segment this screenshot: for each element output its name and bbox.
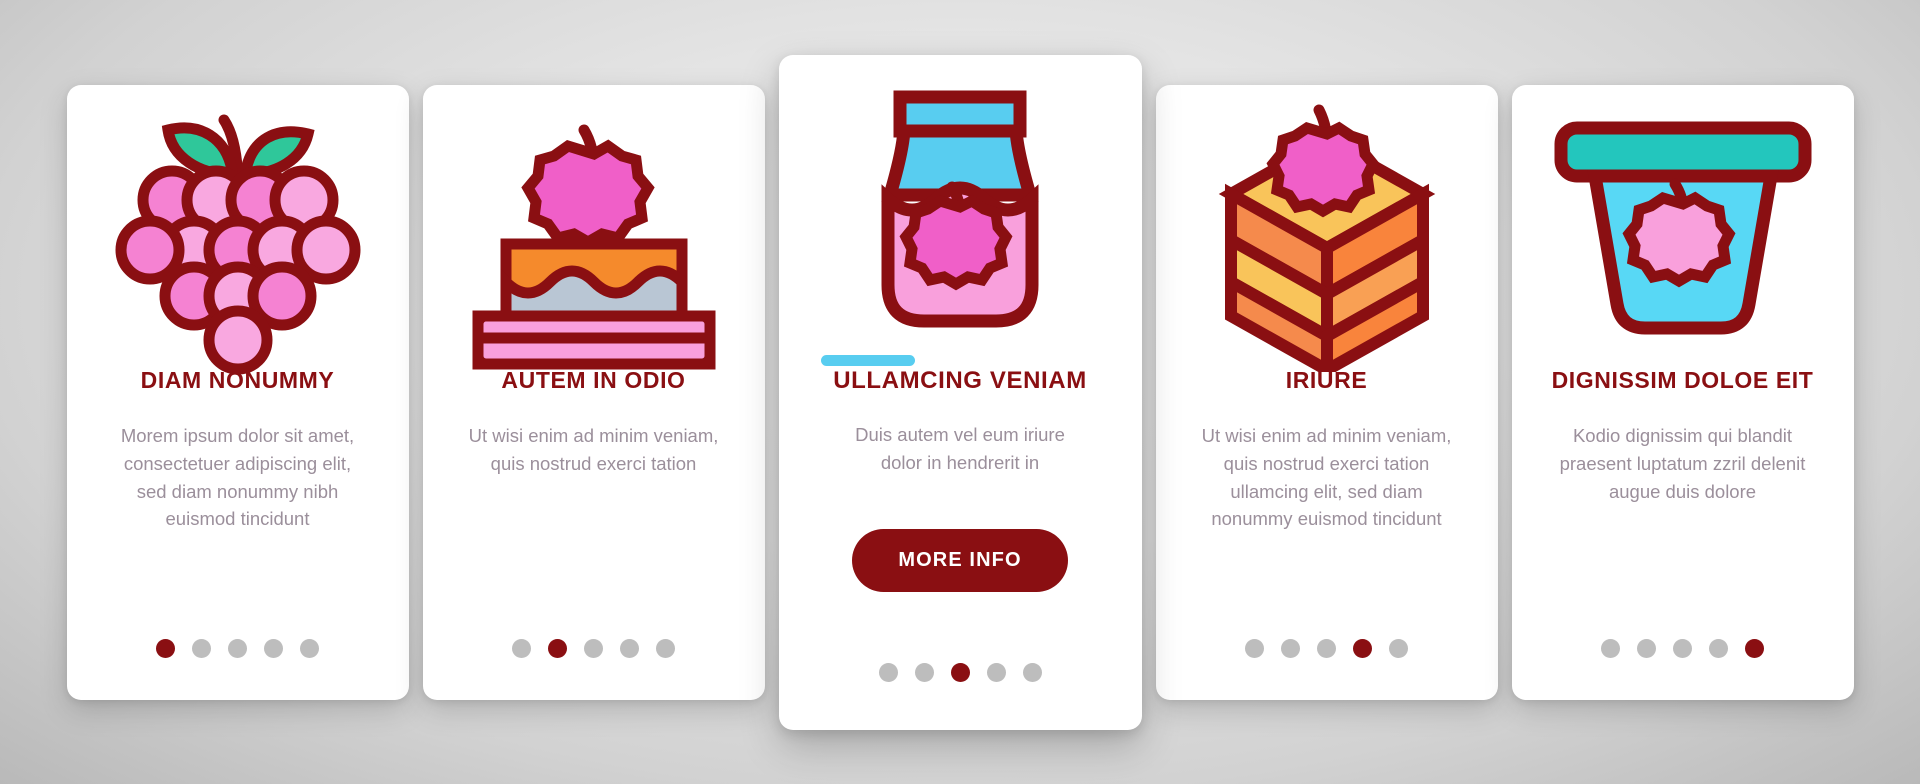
pagination-dot-1[interactable] [878,662,898,682]
card-body-text: Morem ipsum dolor sit amet, consectetuer… [120,425,355,530]
more-info-button[interactable]: MORE INFO [852,529,1068,593]
pagination-dots [423,638,765,658]
pagination-dot-3[interactable] [228,638,247,658]
onboarding-card-carousel: DIAM NONUMMY Morem ipsum dolor sit amet, … [0,0,1920,784]
title-accent-bar [820,354,915,366]
card-title-zone: ULLAMCING VENIAM [799,354,1122,396]
raspberry-yogurt-cup-icon [1532,107,1834,357]
raspberry-cake-slice-icon [1176,104,1478,372]
pagination-dots [779,662,1142,682]
pagination-dot-3[interactable] [584,638,603,658]
card-title: DIGNISSIM DOLOE EIT [1551,366,1814,393]
onboarding-card-2[interactable]: AUTEM IN ODIO Ut wisi enim ad minim venia… [422,84,765,700]
pagination-dot-5[interactable] [300,638,319,658]
pagination-dot-1-active[interactable] [156,638,175,658]
pagination-dot-2[interactable] [192,638,211,658]
card-title-zone: AUTEM IN ODIO [443,367,745,395]
pagination-dot-1[interactable] [1245,638,1264,658]
card-title: DIAM NONUMMY [140,366,335,393]
pagination-dot-5[interactable] [1389,638,1408,658]
card-body-text: Duis autem vel eum iriure dolor in hendr… [855,424,1065,474]
pagination-dot-4[interactable] [1709,638,1728,658]
pagination-dots [1512,638,1854,658]
card-body-text: Ut wisi enim ad minim veniam, quis nostr… [468,425,719,474]
raspberry-cake-icon [443,107,745,369]
pagination-dot-2-active[interactable] [548,638,567,658]
pagination-dot-3[interactable] [1673,638,1692,658]
pagination-dot-5[interactable] [1022,662,1042,682]
pagination-dot-5[interactable] [656,638,675,658]
card-title: IRIURE [1285,366,1368,393]
pagination-dot-4[interactable] [986,662,1006,682]
card-title: ULLAMCING VENIAM [833,366,1087,394]
card-title-zone: DIAM NONUMMY [87,367,389,395]
card-title-zone: DIGNISSIM DOLOE EIT [1532,367,1834,395]
card-body-text: Kodio dignissim qui blandit praesent lup… [1559,425,1806,502]
pagination-dot-3-active[interactable] [950,662,970,682]
pagination-dot-1[interactable] [512,638,531,658]
pagination-dot-4[interactable] [264,638,283,658]
pagination-dots [1156,638,1498,658]
pagination-dot-2[interactable] [914,662,934,682]
pagination-dot-2[interactable] [1637,638,1656,658]
pagination-dot-4[interactable] [620,638,639,658]
pagination-dot-5-active[interactable] [1745,638,1764,658]
pagination-dot-2[interactable] [1281,638,1300,658]
card-title-zone: IRIURE [1176,367,1478,395]
onboarding-card-4[interactable]: IRIURE Ut wisi enim ad minim veniam, quis… [1155,84,1498,700]
pagination-dot-4-active[interactable] [1353,638,1372,658]
card-body-text: Ut wisi enim ad minim veniam, quis nostr… [1201,425,1452,530]
onboarding-card-3[interactable]: ULLAMCING VENIAM Duis autem vel eum iriur… [778,54,1142,730]
pagination-dots [67,638,409,658]
onboarding-card-5[interactable]: DIGNISSIM DOLOE EIT Kodio dignissim qui b… [1511,84,1854,700]
raspberry-bunch-icon [87,107,389,374]
card-title: AUTEM IN ODIO [501,366,686,393]
raspberry-jam-jar-icon [799,77,1122,357]
onboarding-card-1[interactable]: DIAM NONUMMY Morem ipsum dolor sit amet, … [66,84,409,700]
pagination-dot-1[interactable] [1601,638,1620,658]
pagination-dot-3[interactable] [1317,638,1336,658]
